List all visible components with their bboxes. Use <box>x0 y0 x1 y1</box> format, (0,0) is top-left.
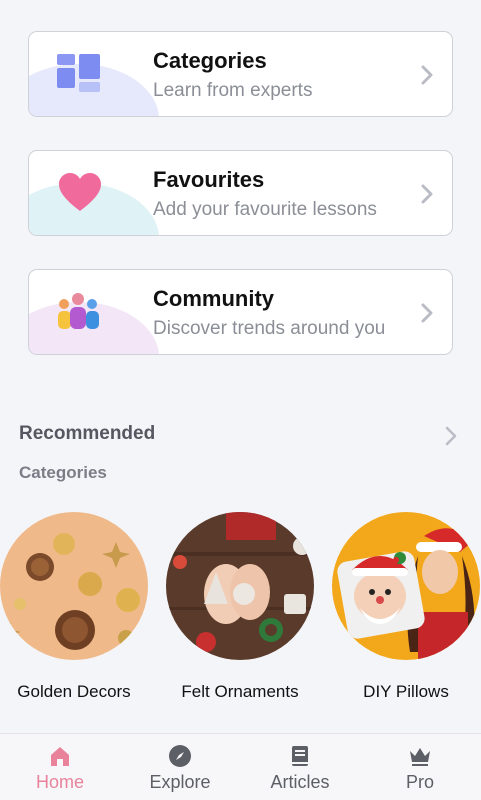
bottom-navigation: Home Explore Articles Pro <box>0 733 481 800</box>
chevron-right-icon <box>421 65 433 85</box>
chevron-right-icon <box>421 184 433 204</box>
nav-label: Pro <box>405 772 434 792</box>
categories-subtitle: Categories <box>19 463 107 482</box>
card-subtitle: Add your favourite lessons <box>153 199 377 220</box>
category-label: Golden Decors <box>17 682 131 701</box>
categories-card[interactable]: Categories Learn from experts <box>28 31 453 117</box>
nav-label: Home <box>35 772 84 792</box>
card-subtitle: Discover trends around you <box>153 318 386 339</box>
nav-pro[interactable]: Pro <box>360 734 480 800</box>
category-diy-pillows[interactable]: DIY Pillows <box>332 512 480 701</box>
community-card[interactable]: Community Discover trends around you <box>28 269 453 355</box>
category-label: DIY Pillows <box>363 682 449 701</box>
nav-label: Articles <box>270 772 330 792</box>
categories-grid-icon <box>57 54 100 92</box>
card-subtitle: Learn from experts <box>153 80 313 101</box>
heart-icon <box>59 173 101 211</box>
nav-explore[interactable]: Explore <box>120 734 240 800</box>
nav-label: Explore <box>149 772 211 792</box>
favourites-card[interactable]: Favourites Add your favourite lessons <box>28 150 453 236</box>
recommended-chevron-icon[interactable] <box>444 425 458 447</box>
card-title: Favourites <box>153 167 265 192</box>
chevron-right-icon <box>421 303 433 323</box>
nav-articles[interactable]: Articles <box>240 734 360 800</box>
category-label: Felt Ornaments <box>181 682 299 701</box>
book-icon <box>292 746 308 766</box>
home-icon <box>51 747 69 766</box>
nav-home[interactable]: Home <box>0 734 120 800</box>
felt-ornaments-image <box>166 512 314 660</box>
diy-pillows-image <box>332 512 480 660</box>
people-icon <box>58 293 99 329</box>
category-golden-decors[interactable]: Golden Decors <box>0 512 148 701</box>
card-title: Community <box>153 286 274 311</box>
golden-decors-image <box>0 512 148 660</box>
category-felt-ornaments[interactable]: Felt Ornaments <box>166 512 314 701</box>
crown-icon <box>410 748 430 766</box>
compass-icon <box>169 745 191 767</box>
recommended-title: Recommended <box>19 423 156 444</box>
card-title: Categories <box>153 48 267 73</box>
